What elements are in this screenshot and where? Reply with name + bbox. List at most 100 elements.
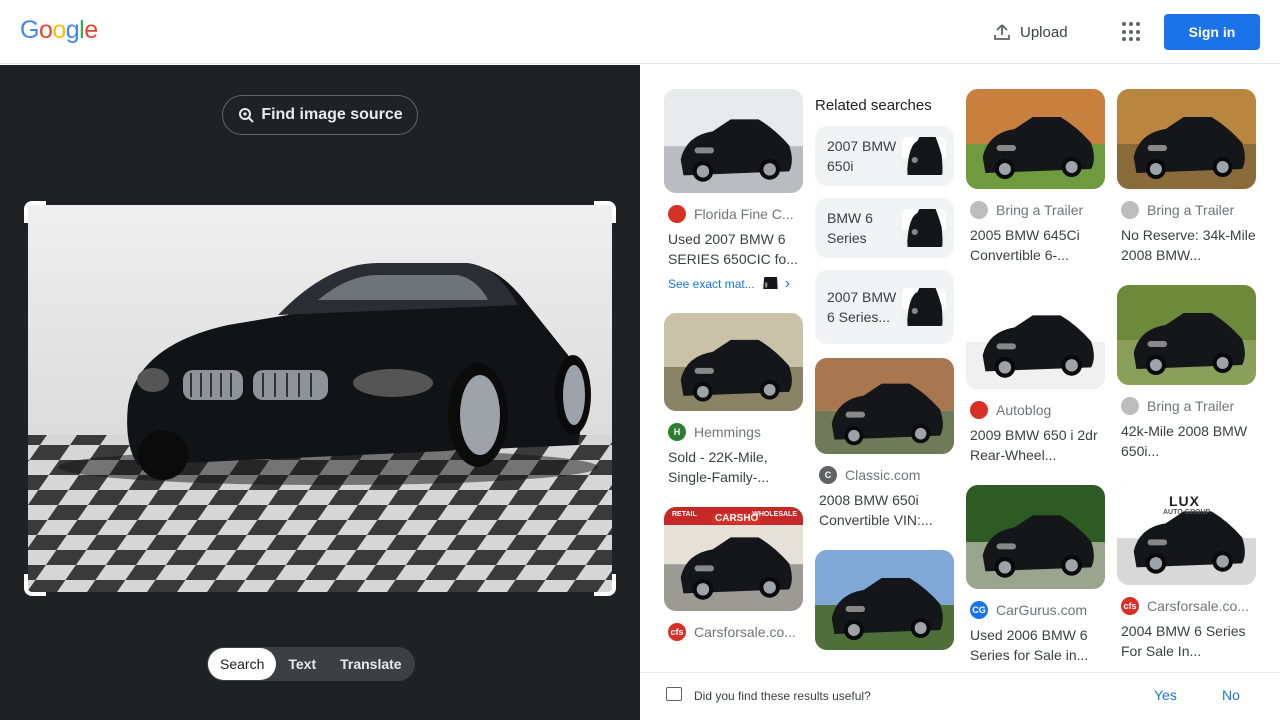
result-source[interactable]: H Hemmings xyxy=(664,423,803,441)
related-search-item[interactable]: 2007 BMW 6 Series... xyxy=(815,270,954,344)
exact-match-thumb-icon xyxy=(760,253,779,310)
related-search-label: 2007 BMW 650i xyxy=(827,138,897,174)
related-search-item[interactable]: BMW 6 Series xyxy=(815,198,954,258)
result-source[interactable]: Autoblog xyxy=(966,401,1105,419)
result-source[interactable]: Bring a Trailer xyxy=(1117,201,1256,219)
feedback-icon xyxy=(666,687,682,701)
result-title[interactable]: Used 2006 BMW 6 Series for Sale in... xyxy=(966,625,1105,665)
result-thumbnail[interactable] xyxy=(815,358,954,454)
result-thumbnail[interactable] xyxy=(664,89,803,193)
logo-letter: o xyxy=(52,16,66,44)
result-card[interactable]: CG CarGurus.com Used 2006 BMW 6 Series for… xyxy=(966,485,1105,685)
result-card[interactable] xyxy=(815,550,954,664)
site-favicon-icon xyxy=(668,205,686,223)
sign-in-button[interactable]: Sign in xyxy=(1164,14,1260,50)
mode-tab-search[interactable]: Search xyxy=(208,648,277,680)
result-source-name: Bring a Trailer xyxy=(1147,202,1235,218)
result-title[interactable]: 2009 BMW 650 i 2dr Rear-Wheel... xyxy=(966,425,1105,465)
mode-tab-text[interactable]: Text xyxy=(276,648,328,680)
apps-grid-icon[interactable] xyxy=(1122,22,1142,42)
result-title[interactable]: No Reserve: 34k-Mile 2008 BMW... xyxy=(1117,225,1256,265)
result-thumbnail[interactable] xyxy=(1117,285,1256,385)
result-source-name: Autoblog xyxy=(996,402,1052,418)
logo-letter: g xyxy=(65,16,80,44)
result-thumbnail[interactable] xyxy=(664,313,803,411)
find-image-source-button[interactable]: Find image source xyxy=(222,95,418,135)
related-search-thumbnail xyxy=(902,137,946,175)
result-card[interactable]: Bring a Trailer 42k-Mile 2008 BMW 650i... xyxy=(1117,285,1256,481)
result-title[interactable]: 2008 BMW 650i Convertible VIN:... xyxy=(815,490,954,530)
related-searches-heading: Related searches xyxy=(815,97,932,114)
query-image xyxy=(28,205,612,592)
result-source-name: Carsforsale.co... xyxy=(1147,598,1249,614)
site-favicon-icon: cfs xyxy=(668,623,686,641)
thumbnail-badge-text: LUX xyxy=(1169,493,1200,509)
feedback-bar: Did you find these results useful? Yes N… xyxy=(640,672,1280,720)
results-column-3: Bring a Trailer 2005 BMW 645Ci Convertibl… xyxy=(966,89,1105,685)
site-favicon-icon xyxy=(1121,397,1139,415)
result-card[interactable]: Bring a Trailer 2005 BMW 645Ci Convertibl… xyxy=(966,89,1105,285)
result-source[interactable]: Florida Fine C... xyxy=(664,205,803,223)
results-column-1: Florida Fine C... Used 2007 BMW 6 SERIES … xyxy=(664,89,803,655)
site-favicon-icon: cfs xyxy=(1121,597,1139,615)
result-title[interactable]: Sold - 22K-Mile, Single-Family-... xyxy=(664,447,803,487)
result-title[interactable]: 42k-Mile 2008 BMW 650i... xyxy=(1117,421,1256,461)
result-source-name: Florida Fine C... xyxy=(694,206,794,222)
lens-image-panel: Find image source Search Text Translate xyxy=(0,65,640,720)
thumbnail-badge-text: AUTO GROUP xyxy=(1163,509,1211,516)
site-favicon-icon xyxy=(970,401,988,419)
result-source[interactable]: Bring a Trailer xyxy=(1117,397,1256,415)
result-card[interactable]: C Classic.com 2008 BMW 650i Convertible VI… xyxy=(815,358,954,550)
site-favicon-icon: H xyxy=(668,423,686,441)
result-card[interactable]: H Hemmings Sold - 22K-Mile, Single-Family-… xyxy=(664,313,803,507)
result-source-name: Bring a Trailer xyxy=(996,202,1084,218)
crop-selection[interactable] xyxy=(24,201,616,596)
feedback-yes-button[interactable]: Yes xyxy=(1154,687,1177,703)
result-card[interactable]: Florida Fine C... Used 2007 BMW 6 SERIES … xyxy=(664,89,803,313)
upload-label: Upload xyxy=(1020,23,1068,41)
feedback-no-button[interactable]: No xyxy=(1222,687,1240,703)
result-thumbnail[interactable] xyxy=(966,485,1105,589)
thumbnail-badge-text: WHOLESALE xyxy=(752,511,797,518)
result-thumbnail[interactable]: RETAIL CARSHO WHOLESALE xyxy=(664,507,803,611)
result-thumbnail[interactable] xyxy=(1117,89,1256,189)
related-search-label: BMW 6 Series xyxy=(827,210,873,246)
google-logo[interactable]: Google xyxy=(20,16,98,45)
logo-letter: o xyxy=(38,16,53,44)
feedback-question: Did you find these results useful? xyxy=(694,689,871,703)
site-favicon-icon xyxy=(1121,201,1139,219)
result-title[interactable]: 2004 BMW 6 Series For Sale In... xyxy=(1117,621,1256,661)
related-search-thumbnail xyxy=(902,209,946,247)
result-card[interactable]: Bring a Trailer No Reserve: 34k-Mile 2008… xyxy=(1117,89,1256,285)
results-column-2: Related searches 2007 BMW 650i BMW 6 Ser… xyxy=(815,89,954,664)
result-source[interactable]: cfs Carsforsale.co... xyxy=(1117,597,1256,615)
result-source[interactable]: Bring a Trailer xyxy=(966,201,1105,219)
result-thumbnail[interactable]: LUX AUTO GROUP xyxy=(1117,481,1256,585)
result-title[interactable]: 2005 BMW 645Ci Convertible 6-... xyxy=(966,225,1105,265)
thumbnail-badge-text: RETAIL xyxy=(672,511,697,518)
result-source-name: CarGurus.com xyxy=(996,602,1088,618)
see-exact-matches-link[interactable]: See exact mat... › xyxy=(664,253,803,310)
logo-letter: e xyxy=(84,16,98,44)
related-search-label: 2007 BMW 6 Series... xyxy=(827,289,897,325)
results-column-4: Bring a Trailer No Reserve: 34k-Mile 2008… xyxy=(1117,89,1256,681)
upload-button[interactable]: Upload xyxy=(992,20,1068,44)
upload-icon xyxy=(994,24,1010,40)
result-card[interactable]: LUX AUTO GROUP cfs Carsforsale.co... 2004 BM… xyxy=(1117,481,1256,681)
related-search-thumbnail xyxy=(902,288,946,326)
result-thumbnail[interactable] xyxy=(966,89,1105,189)
header: Google Upload Sign in xyxy=(0,0,1280,64)
result-thumbnail[interactable] xyxy=(966,285,1105,389)
result-card[interactable]: Autoblog 2009 BMW 650 i 2dr Rear-Wheel... xyxy=(966,285,1105,485)
result-source[interactable]: cfs Carsforsale.co... xyxy=(664,623,803,641)
related-search-item[interactable]: 2007 BMW 650i xyxy=(815,126,954,186)
mode-tab-translate[interactable]: Translate xyxy=(328,648,413,680)
result-source[interactable]: CG CarGurus.com xyxy=(966,601,1105,619)
result-source-name: Bring a Trailer xyxy=(1147,398,1235,414)
result-thumbnail[interactable] xyxy=(815,550,954,650)
result-source[interactable]: C Classic.com xyxy=(815,466,954,484)
result-source-name: Classic.com xyxy=(845,467,921,483)
find-image-source-label: Find image source xyxy=(261,106,403,123)
result-title[interactable]: Used 2007 BMW 6 SERIES 650CIC fo... xyxy=(664,229,803,269)
result-card[interactable]: RETAIL CARSHO WHOLESALE cfs Carsforsale.co..… xyxy=(664,507,803,655)
